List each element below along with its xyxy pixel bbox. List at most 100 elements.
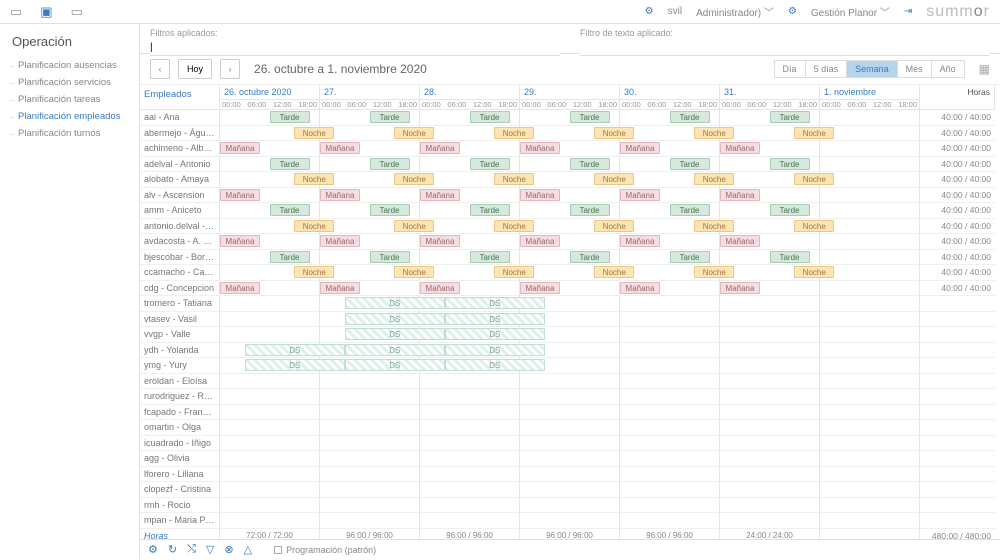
shift-tarde[interactable]: Tarde [570, 111, 610, 123]
day-cell[interactable] [820, 482, 920, 498]
gear-icon[interactable]: ⚙ [788, 6, 797, 17]
day-cell[interactable]: Mañana [220, 281, 320, 297]
day-cell[interactable]: Tarde [420, 157, 520, 173]
shift-tarde[interactable]: Tarde [570, 251, 610, 263]
day-cell[interactable]: Tarde [420, 250, 520, 266]
employee-name[interactable]: clopezf - Cristina [140, 482, 220, 498]
employee-name[interactable]: icuadrado - Iñigo [140, 436, 220, 452]
day-cell[interactable] [820, 157, 920, 173]
day-cell[interactable]: Noche [520, 126, 620, 142]
day-cell[interactable] [420, 405, 520, 421]
day-cell[interactable] [520, 358, 620, 374]
shift-tarde[interactable]: Tarde [470, 158, 510, 170]
day-cell[interactable] [420, 482, 520, 498]
cancel-icon[interactable]: ⊗ [224, 543, 233, 556]
day-cell[interactable]: DS [420, 327, 520, 343]
shift-mañana[interactable]: Mañana [320, 189, 360, 201]
view-btn[interactable]: Día [774, 60, 806, 78]
shift-mañana[interactable]: Mañana [420, 282, 460, 294]
day-cell[interactable] [420, 374, 520, 390]
day-cell[interactable] [820, 436, 920, 452]
day-cell[interactable]: DS [320, 312, 420, 328]
day-cell[interactable] [520, 451, 620, 467]
day-cell[interactable] [320, 467, 420, 483]
day-cell[interactable] [220, 513, 320, 529]
day-cell[interactable] [520, 312, 620, 328]
shift-tarde[interactable]: Tarde [370, 158, 410, 170]
grid-icon[interactable]: ▦ [979, 62, 990, 76]
day-cell[interactable] [820, 451, 920, 467]
employee-name[interactable]: ydh - Yolanda [140, 343, 220, 359]
day-cell[interactable] [320, 498, 420, 514]
day-cell[interactable]: DS [420, 312, 520, 328]
day-cell[interactable] [620, 405, 720, 421]
monitor-icon[interactable]: ▣ [40, 4, 52, 20]
employee-name[interactable]: alv - Ascension [140, 188, 220, 204]
day-cell[interactable]: Tarde [220, 203, 320, 219]
day-cell[interactable]: Noche [520, 172, 620, 188]
employee-name[interactable]: agg - Olivia [140, 451, 220, 467]
day-cell[interactable] [720, 343, 820, 359]
employee-name[interactable]: antonio.delval - Anto... [140, 219, 220, 235]
day-cell[interactable]: Noche [620, 126, 720, 142]
shift-tarde[interactable]: Tarde [770, 111, 810, 123]
day-cell[interactable]: Mañana [520, 188, 620, 204]
employee-name[interactable]: bjescobar - Borja josé [140, 250, 220, 266]
shift-tarde[interactable]: Tarde [470, 111, 510, 123]
day-cell[interactable]: Tarde [720, 250, 820, 266]
day-cell[interactable]: DS [320, 296, 420, 312]
employee-name[interactable]: aai - Ana [140, 110, 220, 126]
shift-mañana[interactable]: Mañana [220, 189, 260, 201]
day-cell[interactable] [820, 312, 920, 328]
folder-icon[interactable]: ▭ [10, 4, 22, 20]
day-cell[interactable]: Tarde [620, 110, 720, 126]
shift-tarde[interactable]: Tarde [570, 204, 610, 216]
day-cell[interactable]: Mañana [620, 281, 720, 297]
shift-tarde[interactable]: Tarde [370, 111, 410, 123]
day-cell[interactable] [520, 498, 620, 514]
day-cell[interactable]: Noche [620, 219, 720, 235]
shift-tarde[interactable]: Tarde [670, 158, 710, 170]
day-cell[interactable]: DS [220, 358, 320, 374]
employee-name[interactable]: fcapado - Francisco [140, 405, 220, 421]
day-cell[interactable] [620, 420, 720, 436]
day-cell[interactable]: Mañana [420, 188, 520, 204]
day-cell[interactable]: Tarde [620, 203, 720, 219]
shift-mañana[interactable]: Mañana [620, 142, 660, 154]
shift-mañana[interactable]: Mañana [520, 282, 560, 294]
view-btn[interactable]: Semana [846, 60, 898, 78]
day-cell[interactable] [820, 265, 920, 281]
employee-name[interactable]: cdg - Concepcion [140, 281, 220, 297]
day-cell[interactable] [820, 172, 920, 188]
day-cell[interactable] [620, 312, 720, 328]
day-cell[interactable] [520, 327, 620, 343]
day-cell[interactable]: Mañana [720, 234, 820, 250]
day-cell[interactable] [820, 250, 920, 266]
day-cell[interactable]: Noche [320, 126, 420, 142]
day-cell[interactable]: Mañana [720, 141, 820, 157]
day-cell[interactable] [320, 420, 420, 436]
view-btn[interactable]: Mes [897, 60, 932, 78]
day-cell[interactable] [620, 327, 720, 343]
day-cell[interactable]: Noche [420, 265, 520, 281]
day-cell[interactable] [220, 482, 320, 498]
settings-icon[interactable]: ⚙ [148, 543, 158, 556]
shift-mañana[interactable]: Mañana [520, 142, 560, 154]
day-cell[interactable]: Noche [220, 172, 320, 188]
day-cell[interactable]: Noche [320, 265, 420, 281]
day-cell[interactable] [420, 513, 520, 529]
employee-name[interactable]: tromero - Tatiana [140, 296, 220, 312]
day-cell[interactable]: Noche [720, 219, 820, 235]
day-cell[interactable]: Tarde [520, 157, 620, 173]
day-cell[interactable] [520, 420, 620, 436]
day-cell[interactable] [720, 389, 820, 405]
shift-mañana[interactable]: Mañana [720, 189, 760, 201]
shift-tarde[interactable]: Tarde [570, 158, 610, 170]
day-cell[interactable] [520, 343, 620, 359]
day-cell[interactable] [720, 374, 820, 390]
shift-mañana[interactable]: Mañana [220, 142, 260, 154]
day-cell[interactable] [720, 327, 820, 343]
day-cell[interactable] [820, 234, 920, 250]
day-cell[interactable] [220, 312, 320, 328]
day-cell[interactable]: DS [320, 343, 420, 359]
